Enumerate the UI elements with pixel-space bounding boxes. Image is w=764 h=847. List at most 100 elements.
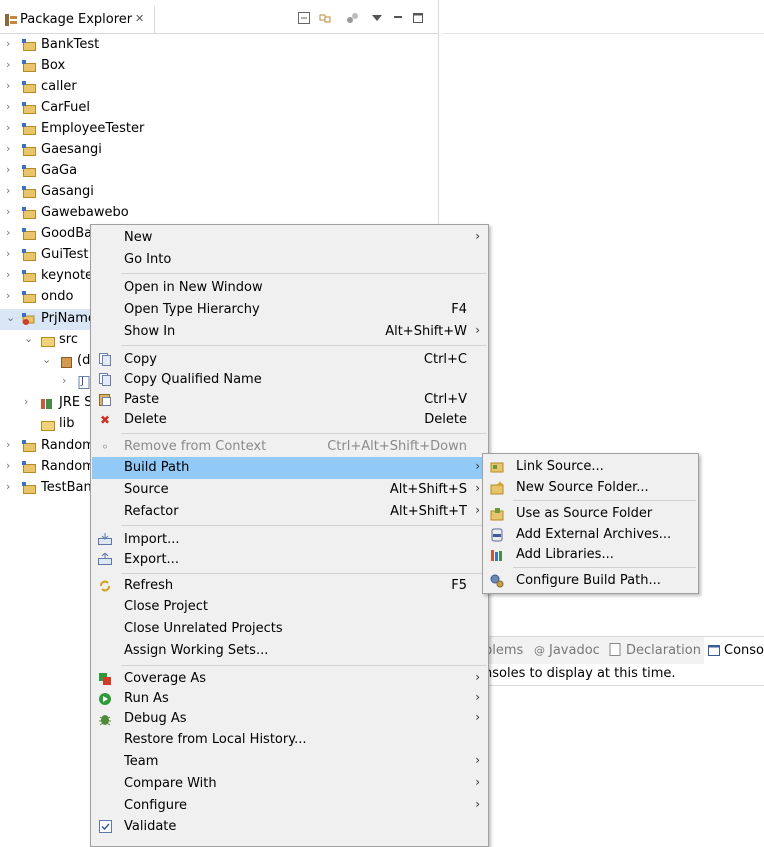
menu-item-refactor[interactable]: Refactor Alt+Shift+T › — [92, 501, 487, 523]
expand-arrow-icon[interactable]: › — [6, 121, 10, 134]
menu-item-show-in[interactable]: Show In Alt+Shift+W › — [92, 321, 487, 343]
expand-arrow-icon[interactable]: › — [62, 374, 66, 387]
menu-item-restore-from-local-history[interactable]: Restore from Local History... — [92, 729, 487, 751]
menu-item-new-source-folder[interactable]: New Source Folder... — [484, 477, 697, 499]
menu-item-label: Compare With — [124, 776, 217, 791]
menu-item-refresh[interactable]: Refresh F5 — [92, 575, 487, 597]
expand-arrow-icon[interactable]: › — [6, 268, 10, 281]
expand-arrow-icon[interactable]: › — [6, 247, 10, 260]
tree-item-project[interactable]: › TestBan — [0, 478, 92, 499]
menu-item-configure[interactable]: Configure › — [92, 795, 487, 817]
menu-item-label: Run As — [124, 691, 169, 706]
tree-item-project[interactable]: › BankTest — [0, 35, 438, 56]
tab-declaration[interactable]: Declaration — [626, 643, 701, 658]
expand-arrow-icon[interactable]: › — [24, 395, 28, 408]
menu-item-open-type-hierarchy[interactable]: Open Type Hierarchy F4 — [92, 299, 487, 321]
package-icon — [59, 355, 73, 368]
menu-item-delete[interactable]: ✖ Delete Delete — [92, 409, 487, 431]
tree-item-jre[interactable]: › JRE S — [0, 393, 92, 414]
menu-item-new[interactable]: New › — [92, 227, 487, 249]
expand-arrow-icon[interactable]: › — [6, 184, 10, 197]
menu-item-close-unrelated-projects[interactable]: Close Unrelated Projects — [92, 618, 487, 640]
menu-item-run-as[interactable]: Run As › — [92, 688, 487, 710]
coverage-icon — [98, 672, 112, 686]
menu-item-team[interactable]: Team › — [92, 751, 487, 773]
menu-item-source[interactable]: Source Alt+Shift+S › — [92, 479, 487, 501]
menu-item-add-libraries[interactable]: Add Libraries... — [484, 544, 697, 566]
focus-icon[interactable] — [346, 12, 358, 27]
menu-item-close-project[interactable]: Close Project — [92, 596, 487, 618]
menu-item-assign-working-sets[interactable]: Assign Working Sets... — [92, 640, 487, 662]
collapse-arrow-icon[interactable]: ⌄ — [6, 311, 15, 324]
collapse-arrow-icon[interactable]: ⌄ — [24, 332, 33, 345]
expand-arrow-icon[interactable]: › — [6, 37, 10, 50]
link-with-editor-icon[interactable] — [318, 12, 332, 27]
menu-item-coverage-as[interactable]: Coverage As › — [92, 668, 487, 690]
tree-item-project-selected[interactable]: ⌄ PrjName — [0, 309, 96, 330]
menu-item-import[interactable]: Import... — [92, 529, 487, 551]
tab-package-explorer[interactable]: Package Explorer ✕ — [0, 6, 155, 33]
tree-item-project[interactable]: › ondo — [0, 287, 90, 308]
tree-item-project[interactable]: › keynote — [0, 266, 93, 287]
menu-item-build-path[interactable]: Build Path › — [92, 457, 487, 479]
submenu-arrow-icon: › — [475, 775, 480, 789]
configure-build-path-icon — [490, 574, 504, 588]
expand-arrow-icon[interactable]: › — [6, 480, 10, 493]
maximize-icon[interactable] — [413, 12, 423, 26]
menu-item-label: Show In — [124, 324, 176, 339]
menu-item-link-source[interactable]: Link Source... — [484, 456, 697, 478]
tree-item-folder[interactable]: lib — [0, 414, 90, 435]
menu-item-compare-with[interactable]: Compare With › — [92, 773, 487, 795]
collapse-arrow-icon[interactable]: ⌄ — [42, 353, 51, 366]
tree-item-project[interactable]: › Random — [0, 436, 95, 457]
tree-item-project[interactable]: › GaGa — [0, 161, 438, 182]
tree-item-folder[interactable]: ⌄ src — [0, 330, 90, 351]
minimize-icon[interactable] — [393, 12, 403, 26]
collapse-all-icon[interactable] — [298, 12, 310, 27]
menu-item-paste[interactable]: Paste Ctrl+V — [92, 389, 487, 411]
expand-arrow-icon[interactable]: › — [6, 142, 10, 155]
close-icon[interactable]: ✕ — [135, 12, 144, 25]
expand-arrow-icon[interactable]: › — [6, 459, 10, 472]
tree-item-project[interactable]: › CarFuel — [0, 98, 438, 119]
tree-item-project[interactable]: › GuiTest — [0, 245, 90, 266]
expand-arrow-icon[interactable]: › — [6, 438, 10, 451]
view-menu-icon[interactable] — [372, 12, 382, 26]
menu-item-copy[interactable]: Copy Ctrl+C — [92, 349, 487, 371]
tree-item-project[interactable]: › caller — [0, 77, 438, 98]
menu-item-open-in-new-window[interactable]: Open in New Window — [92, 277, 487, 299]
menu-item-shortcut: F5 — [451, 578, 467, 593]
tree-item-project[interactable]: › Gasangi — [0, 182, 438, 203]
tree-item-label: (d — [77, 353, 91, 368]
menu-item-configure-build-path[interactable]: Configure Build Path... — [484, 570, 697, 592]
menu-item-add-external-archives[interactable]: Add External Archives... — [484, 524, 697, 546]
menu-item-copy-qualified-name[interactable]: Copy Qualified Name — [92, 369, 487, 391]
menu-item-debug-as[interactable]: Debug As › — [92, 708, 487, 730]
submenu-arrow-icon: › — [475, 481, 480, 495]
menu-item-go-into[interactable]: Go Into — [92, 249, 487, 271]
tree-item-project[interactable]: › Random — [0, 457, 95, 478]
tree-item-project[interactable]: › Box — [0, 56, 438, 77]
tab-console-active[interactable]: Conso — [704, 637, 764, 664]
menu-item-use-as-source-folder[interactable]: Use as Source Folder — [484, 503, 697, 525]
tree-item-file[interactable]: › J — [0, 372, 90, 393]
tree-item-project[interactable]: › GoodBa — [0, 224, 92, 245]
expand-arrow-icon[interactable]: › — [6, 205, 10, 218]
menu-item-export[interactable]: Export... — [92, 549, 487, 571]
tab-javadoc[interactable]: Javadoc — [549, 643, 600, 658]
expand-arrow-icon[interactable]: › — [6, 100, 10, 113]
expand-arrow-icon[interactable]: › — [6, 58, 10, 71]
expand-arrow-icon[interactable]: › — [6, 289, 10, 302]
expand-arrow-icon[interactable]: › — [6, 226, 10, 239]
tree-item-project[interactable]: › Gawebawebo — [0, 203, 438, 224]
tab-problems[interactable]: blems — [484, 643, 523, 658]
menu-item-label: Debug As — [124, 711, 187, 726]
tree-item-project[interactable]: › Gaesangi — [0, 140, 438, 161]
tree-item-project[interactable]: › EmployeeTester — [0, 119, 438, 140]
menu-item-validate[interactable]: Validate — [92, 816, 487, 838]
expand-arrow-icon[interactable]: › — [6, 163, 10, 176]
library-icon — [490, 548, 504, 562]
expand-arrow-icon[interactable]: › — [6, 79, 10, 92]
menu-item-label: Import... — [124, 532, 180, 547]
tree-item-package[interactable]: ⌄ (d — [0, 351, 90, 372]
